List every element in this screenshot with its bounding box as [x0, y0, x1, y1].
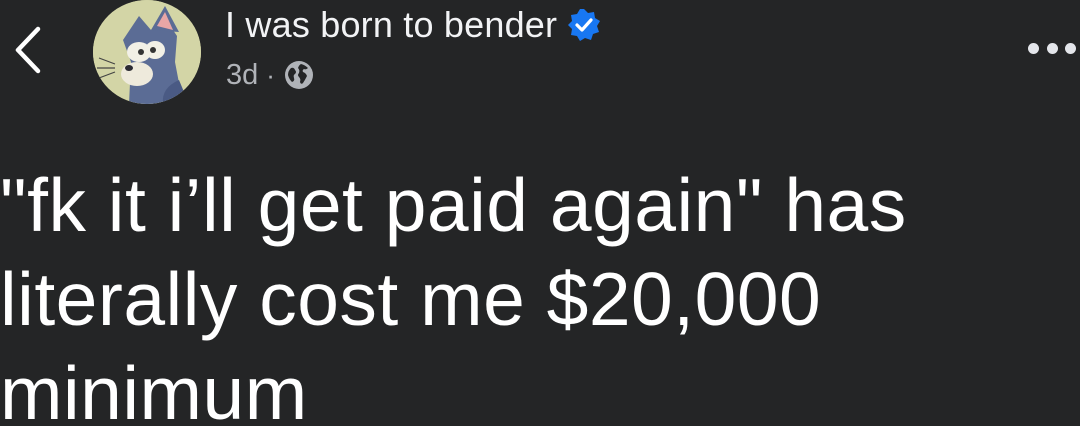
more-horizontal-icon-dot	[1046, 42, 1058, 54]
more-horizontal-icon-dot	[1065, 42, 1076, 54]
globe-icon[interactable]	[283, 59, 315, 91]
post-timestamp[interactable]: 3d	[226, 59, 258, 92]
post-meta: 3d ·	[226, 55, 315, 95]
meta-separator: ·	[266, 59, 275, 90]
author-name[interactable]: I was born to bender	[225, 4, 557, 46]
avatar[interactable]	[93, 0, 201, 104]
back-button[interactable]	[8, 20, 48, 80]
more-options-button[interactable]	[1028, 34, 1076, 62]
more-horizontal-icon-dot	[1028, 42, 1039, 54]
post-body-text: "fk it i’ll get paid again" has literall…	[0, 163, 929, 426]
chevron-left-icon	[15, 26, 41, 74]
cartoon-cat-avatar-image	[93, 0, 201, 104]
author-row: I was born to bender	[225, 2, 601, 48]
verified-badge-icon	[567, 8, 601, 42]
post-view: I was born to bender 3d · "fk it i’ll ge…	[0, 0, 1080, 426]
